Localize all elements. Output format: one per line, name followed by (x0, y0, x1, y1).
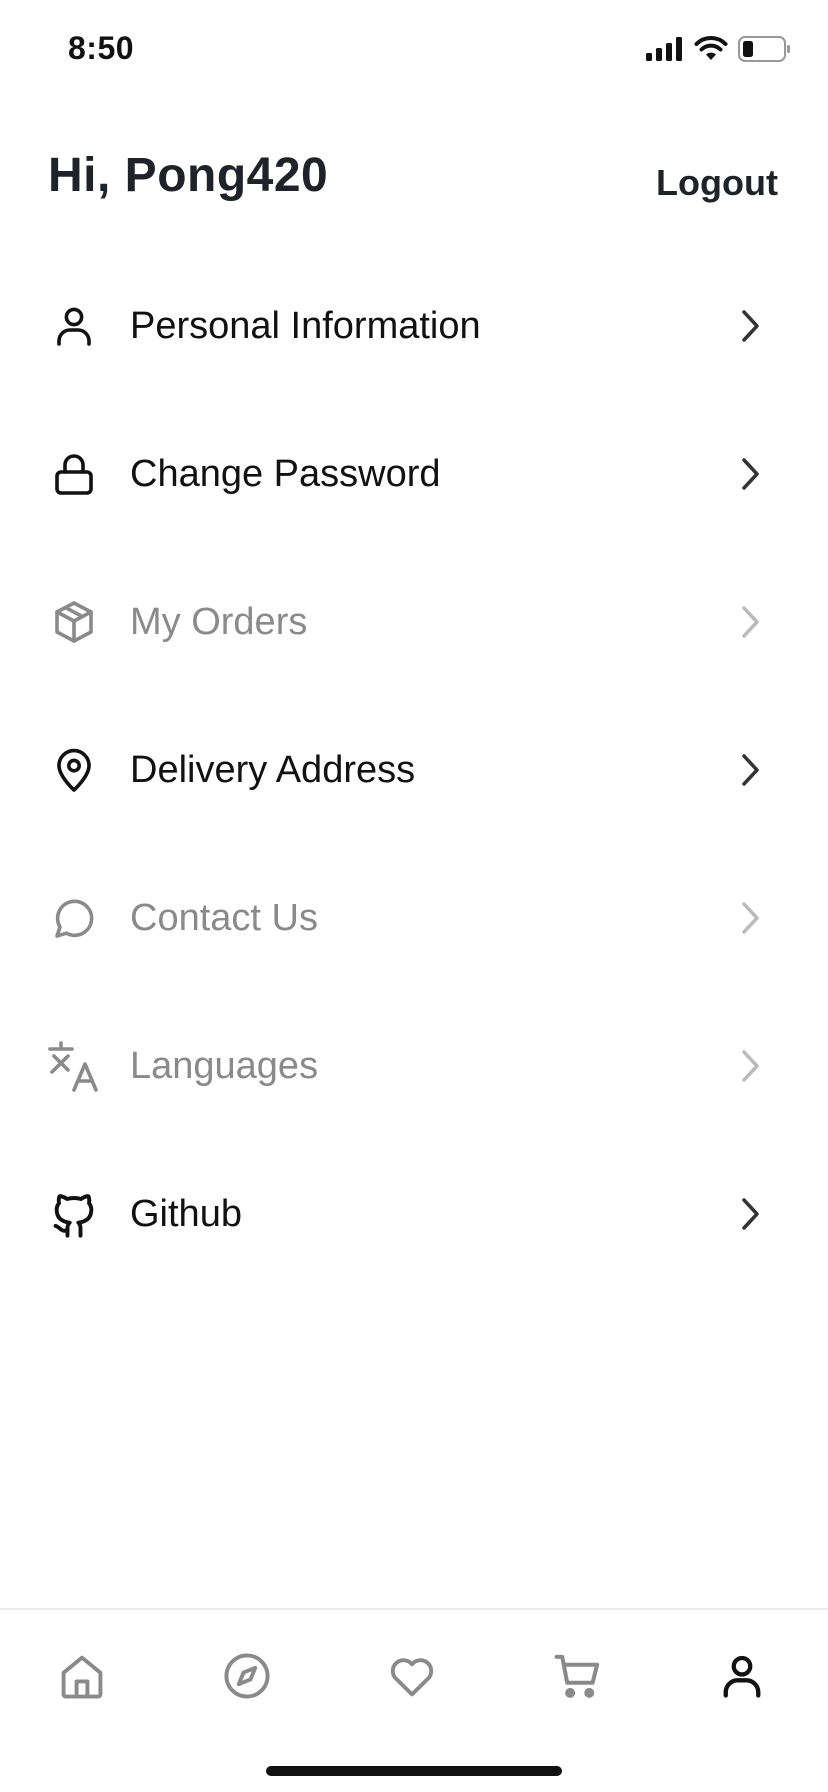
menu-item-delivery-address[interactable]: Delivery Address (0, 696, 828, 844)
compass-icon (224, 1653, 270, 1699)
settings-menu: Personal Information Change Password My … (0, 252, 828, 1288)
user-icon (44, 296, 104, 356)
chevron-right-icon (734, 898, 768, 938)
translate-icon (44, 1036, 104, 1096)
menu-item-languages[interactable]: Languages (0, 992, 828, 1140)
signal-icon (646, 37, 682, 61)
tab-bar (0, 1608, 828, 1792)
chevron-right-icon (734, 454, 768, 494)
chevron-right-icon (734, 1046, 768, 1086)
status-time: 8:50 (68, 30, 135, 66)
chat-icon (44, 888, 104, 948)
map-pin-icon (44, 740, 104, 800)
menu-item-my-orders[interactable]: My Orders (0, 548, 828, 696)
menu-item-label: Contact Us (130, 896, 318, 939)
tab-profile[interactable] (712, 1646, 772, 1706)
tab-cart[interactable] (548, 1646, 608, 1706)
home-indicator (266, 1766, 562, 1776)
menu-item-change-password[interactable]: Change Password (0, 400, 828, 548)
box-icon (44, 592, 104, 652)
wifi-icon (694, 36, 728, 60)
heart-icon (390, 1658, 434, 1697)
menu-item-label: Github (130, 1192, 242, 1235)
status-icons (646, 34, 792, 64)
menu-item-label: My Orders (130, 600, 308, 643)
chevron-right-icon (734, 1194, 768, 1234)
user-icon (723, 1655, 761, 1698)
status-bar: 8:50 (0, 0, 828, 100)
lock-icon (44, 444, 104, 504)
logout-button[interactable]: Logout (656, 162, 778, 204)
chevron-right-icon (734, 602, 768, 642)
cart-icon (554, 1654, 600, 1698)
home-icon (61, 1655, 103, 1699)
menu-item-label: Personal Information (130, 304, 481, 347)
chevron-right-icon (734, 306, 768, 346)
menu-item-label: Delivery Address (130, 748, 416, 791)
tab-explore[interactable] (217, 1646, 277, 1706)
menu-item-label: Languages (130, 1044, 319, 1087)
menu-item-personal-information[interactable]: Personal Information (0, 252, 828, 400)
header: Hi, Pong420 Logout (0, 140, 828, 220)
page-title: Hi, Pong420 (48, 149, 329, 202)
battery-icon (738, 36, 790, 62)
menu-item-contact-us[interactable]: Contact Us (0, 844, 828, 992)
github-icon (44, 1184, 104, 1244)
tab-favorites[interactable] (382, 1646, 442, 1706)
tab-home[interactable] (52, 1646, 112, 1706)
chevron-right-icon (734, 750, 768, 790)
menu-item-github[interactable]: Github (0, 1140, 828, 1288)
menu-item-label: Change Password (130, 452, 441, 495)
